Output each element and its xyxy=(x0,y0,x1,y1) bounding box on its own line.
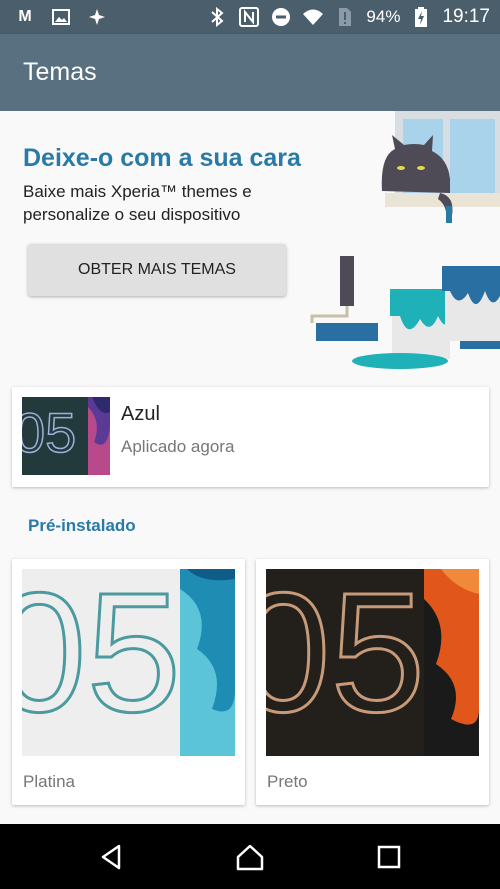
home-icon[interactable] xyxy=(235,842,265,872)
app-icon xyxy=(86,6,108,28)
banner-subtitle: Baixe mais Xperia™ themes e personalize … xyxy=(23,182,252,224)
theme-thumbnail-azul: 05 xyxy=(22,397,110,475)
svg-text:05: 05 xyxy=(266,569,425,748)
wifi-icon xyxy=(302,6,324,28)
battery-charging-icon xyxy=(410,6,432,28)
back-icon[interactable] xyxy=(97,842,127,872)
banner-title: Deixe-o com a sua cara xyxy=(23,144,301,172)
current-theme-status: Aplicado agora xyxy=(121,437,235,456)
gallery-icon xyxy=(50,6,72,28)
page-title: Temas xyxy=(23,58,97,86)
svg-text:05: 05 xyxy=(22,401,76,464)
theme-card-preto[interactable]: 05 Preto xyxy=(256,559,489,805)
recents-icon[interactable] xyxy=(374,842,404,872)
theme-thumbnail-preto: 05 xyxy=(266,569,479,756)
no-sim-icon xyxy=(334,6,356,28)
navigation-bar xyxy=(0,824,500,889)
do-not-disturb-icon xyxy=(270,6,292,28)
app-bar: Temas xyxy=(0,34,500,111)
section-preinstalled: Pré-instalado xyxy=(28,516,136,535)
themes-content[interactable]: Deixe-o com a sua cara Baixe mais Xperia… xyxy=(0,111,500,824)
theme-name: Platina xyxy=(23,772,75,791)
clock: 19:17 xyxy=(442,6,490,27)
gmail-icon: M xyxy=(18,8,32,25)
banner-illustration xyxy=(310,111,500,369)
nfc-icon xyxy=(238,6,260,28)
bluetooth-icon xyxy=(206,6,228,28)
svg-text:05: 05 xyxy=(22,569,181,748)
theme-card-platina[interactable]: 05 Platina xyxy=(12,559,245,805)
current-theme-card[interactable]: 05 Azul Aplicado agora xyxy=(12,387,489,487)
get-more-themes-button[interactable]: OBTER MAIS TEMAS xyxy=(28,244,286,296)
status-bar: M 94% 19:17 xyxy=(0,0,500,34)
battery-percent: 94% xyxy=(366,7,401,26)
current-theme-name: Azul xyxy=(121,403,160,425)
theme-thumbnail-platina: 05 xyxy=(22,569,235,756)
theme-name: Preto xyxy=(267,772,308,791)
